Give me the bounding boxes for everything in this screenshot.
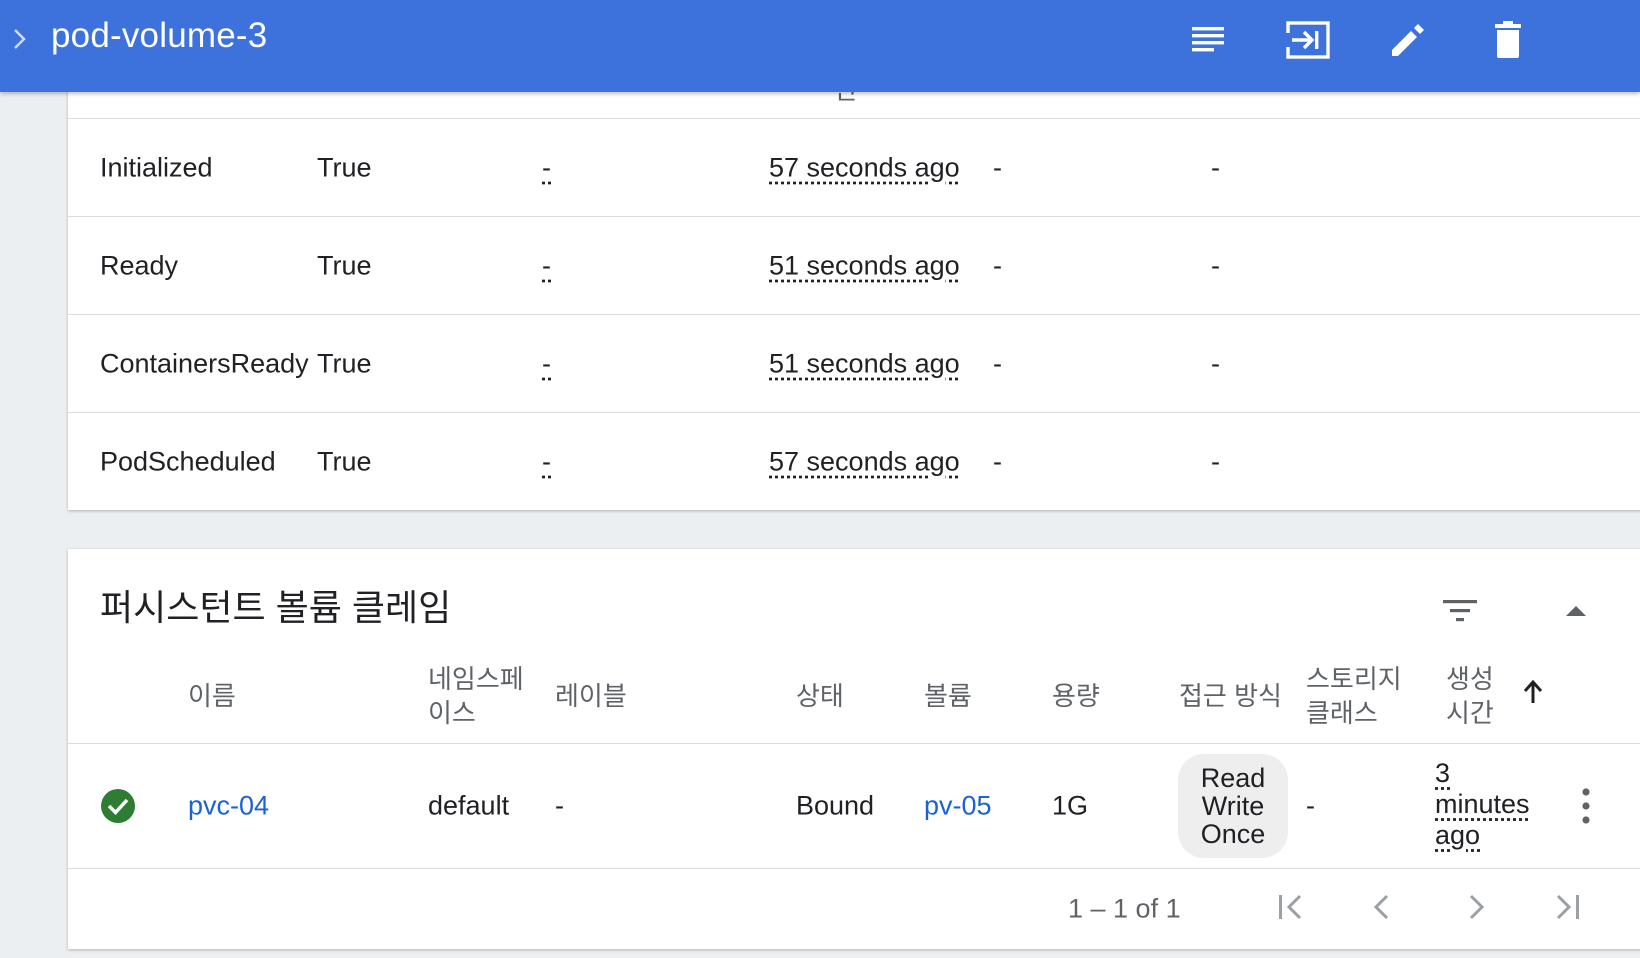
column-header-access-modes: 접근 방식 <box>1179 681 1282 711</box>
access-mode-line: Once <box>1200 819 1266 849</box>
access-mode-line: Read <box>1200 763 1266 793</box>
column-header-namespace[interactable]: 네임스페이스 <box>428 662 528 730</box>
pvc-created-time[interactable]: 3 minutes ago <box>1435 758 1545 851</box>
exec-button[interactable] <box>1282 16 1334 68</box>
condition-last-probe: - <box>542 250 551 280</box>
section-title: 퍼시스턴트 볼륨 클레임 <box>100 587 452 628</box>
condition-status: True <box>317 250 372 280</box>
chevron-left-icon <box>1366 891 1398 928</box>
condition-reason: - <box>993 348 1002 378</box>
app-header: pod-volume-3 <box>0 0 1640 92</box>
access-mode-chip: Read Write Once <box>1178 754 1288 858</box>
logs-icon <box>1190 23 1226 62</box>
created-time-line: minutes <box>1435 789 1530 819</box>
page-title: pod-volume-3 <box>51 16 268 55</box>
pvc-volume-link[interactable]: pv-05 <box>924 791 992 822</box>
edit-icon <box>1388 20 1428 65</box>
created-time-line: 3 <box>1435 758 1451 788</box>
condition-status: True <box>317 152 372 182</box>
condition-type: Ready <box>100 250 179 280</box>
more-vert-icon[interactable] <box>1580 788 1592 824</box>
condition-message: - <box>1211 348 1220 378</box>
column-header-storage-class[interactable]: 스토리지 클래스 <box>1306 662 1406 730</box>
created-time-line: ago <box>1435 820 1481 850</box>
chevron-up-icon <box>1564 603 1588 624</box>
condition-row: Ready True - 51 seconds ago - - <box>68 216 1640 314</box>
edit-button[interactable] <box>1382 16 1434 68</box>
filter-icon <box>1442 597 1478 630</box>
condition-row: PodScheduled True - 57 seconds ago - - <box>68 412 1640 510</box>
condition-message: - <box>1211 446 1220 476</box>
condition-message: - <box>1211 250 1220 280</box>
condition-last-probe: - <box>542 348 551 378</box>
pvc-labels: - <box>555 790 564 821</box>
condition-transition-time[interactable]: 57 seconds ago <box>769 152 960 183</box>
condition-reason: - <box>993 446 1002 476</box>
column-header-status[interactable]: 상태 <box>796 679 844 713</box>
pagination: 1 – 1 of 1 <box>68 869 1640 949</box>
condition-reason: - <box>993 250 1002 280</box>
table-row: pvc-04 default - Bound pv-05 1G Read Wri… <box>68 744 1640 869</box>
next-page-button[interactable] <box>1454 887 1498 931</box>
prev-page-button[interactable] <box>1360 887 1404 931</box>
condition-reason: - <box>993 152 1002 182</box>
collapse-button[interactable] <box>1554 591 1598 635</box>
logs-button[interactable] <box>1182 16 1234 68</box>
first-page-button[interactable] <box>1268 887 1312 931</box>
column-header-volume[interactable]: 볼륨 <box>924 679 972 713</box>
pvc-capacity: 1G <box>1052 790 1089 821</box>
pvc-storage-class: - <box>1306 790 1315 821</box>
condition-message: - <box>1211 152 1220 182</box>
condition-last-probe: - <box>542 446 551 476</box>
filter-button[interactable] <box>1438 591 1482 635</box>
condition-type: Initialized <box>100 152 213 182</box>
column-header-created[interactable]: 생성 시간 <box>1446 662 1498 730</box>
table-header: 이름 네임스페이스 레이블 상태 볼륨 용량 접근 방식 스토리지 클래스 생성… <box>68 649 1640 744</box>
condition-last-probe: - <box>542 152 551 182</box>
pvc-card: 퍼시스턴트 볼륨 클레임 이름 네임스페이스 레이블 상태 볼륨 용량 접근 방… <box>68 549 1640 949</box>
condition-transition-time[interactable]: 57 seconds ago <box>769 446 960 477</box>
last-page-icon <box>1552 891 1584 928</box>
condition-row: ContainersReady True - 51 seconds ago - … <box>68 314 1640 412</box>
delete-icon <box>1492 20 1524 65</box>
pvc-namespace: default <box>428 790 510 821</box>
pagination-range: 1 – 1 of 1 <box>1068 893 1181 924</box>
pvc-name-link[interactable]: pvc-04 <box>188 791 269 822</box>
pvc-status: Bound <box>796 790 875 821</box>
column-header-name[interactable]: 이름 <box>188 679 236 713</box>
first-page-icon <box>1274 891 1306 928</box>
condition-transition-time[interactable]: 51 seconds ago <box>769 348 960 379</box>
column-header-labels: 레이블 <box>555 681 627 711</box>
last-page-button[interactable] <box>1546 887 1590 931</box>
exec-icon <box>1285 20 1331 65</box>
sort-arrow-up-icon[interactable] <box>1522 679 1544 713</box>
condition-status: True <box>317 348 372 378</box>
chevron-right-icon <box>1460 891 1492 928</box>
condition-status: True <box>317 446 372 476</box>
condition-type: ContainersReady <box>100 348 309 378</box>
condition-row: Initialized True - 57 seconds ago - - <box>68 118 1640 216</box>
column-header-capacity[interactable]: 용량 <box>1052 679 1100 713</box>
delete-button[interactable] <box>1482 16 1534 68</box>
status-ok-icon <box>100 788 136 824</box>
condition-type: PodScheduled <box>100 446 276 476</box>
condition-transition-time[interactable]: 51 seconds ago <box>769 250 960 281</box>
chevron-right-icon[interactable] <box>8 24 32 54</box>
access-mode-line: Write <box>1201 791 1265 821</box>
